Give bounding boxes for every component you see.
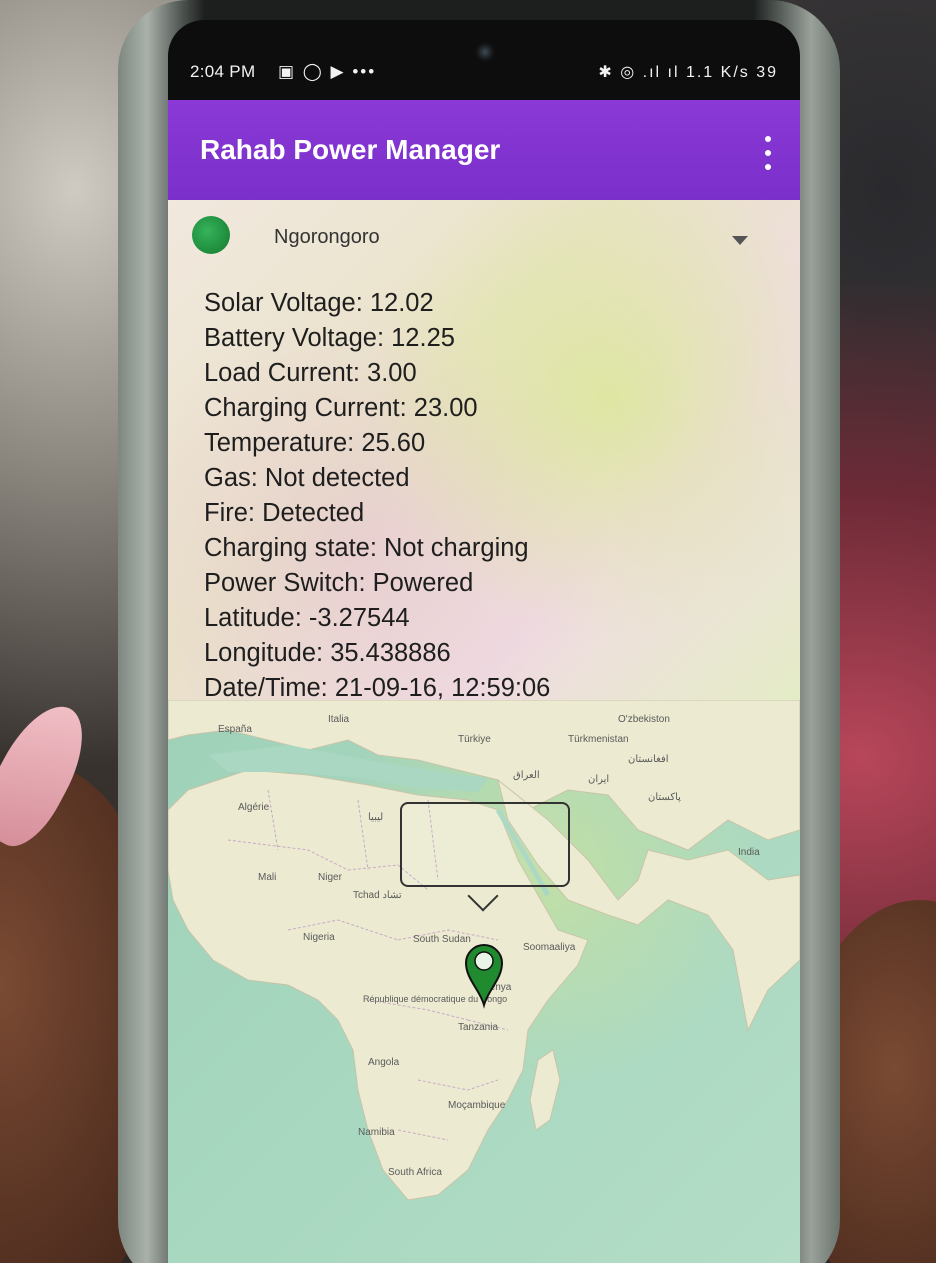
map-label-niger: Niger — [318, 872, 343, 883]
notification-icons: ▣ ◯ ▶ ••• — [278, 62, 377, 81]
more-vertical-icon[interactable] — [762, 136, 774, 170]
map-label-turkiye: Türkiye — [458, 734, 491, 745]
map-label-ozbekiston: O'zbekiston — [618, 714, 670, 725]
map-label-south-sudan: South Sudan — [413, 934, 471, 945]
marker-info-window[interactable] — [400, 802, 570, 887]
system-status-icons: ✱ ◎ .ıl ıl 1.1 K/s 39 — [598, 64, 778, 81]
reading-longitude: Longitude: 35.438886 — [204, 639, 451, 667]
online-status-indicator — [192, 216, 230, 254]
map-label-turkmenistan: Türkmenistan — [568, 734, 629, 745]
map-label-iraq: العراق — [513, 770, 540, 781]
device-spinner-value: Ngorongoro — [274, 226, 380, 248]
menu-dot — [765, 136, 771, 142]
reading-power-switch: Power Switch: Powered — [204, 569, 474, 597]
reading-temperature: Temperature: 25.60 — [204, 429, 426, 457]
reading-fire: Fire: Detected — [204, 499, 365, 527]
app-title: Rahab Power Manager — [200, 134, 501, 165]
app-bar: Rahab Power Manager — [168, 100, 800, 200]
reading-charging-current: Charging Current: 23.00 — [204, 394, 478, 422]
status-time: 2:04 PM — [190, 62, 256, 81]
map-label-india: India — [738, 847, 760, 858]
readings-panel: Ngorongoro Solar Voltage: 12.02 Battery … — [168, 200, 800, 702]
map-pin-center — [474, 951, 494, 971]
landmass-madagascar — [529, 1049, 561, 1131]
readings-list: Solar Voltage: 12.02 Battery Voltage: 12… — [204, 286, 550, 706]
camera-icon — [475, 42, 495, 62]
map-label-tchad: Tchad تشاد — [353, 890, 402, 901]
phone-screen: 2:04 PM ▣ ◯ ▶ ••• ✱ ◎ .ıl ıl 1.1 K/s 39 … — [168, 20, 800, 1263]
map-label-south-africa: South Africa — [388, 1167, 442, 1178]
map-label-nigeria: Nigeria — [303, 932, 335, 943]
reading-charging-state: Charging state: Not charging — [204, 534, 529, 562]
reading-battery-voltage: Battery Voltage: 12.25 — [204, 324, 455, 352]
map-label-libya: ليبيا — [368, 812, 383, 823]
reading-gas: Gas: Not detected — [204, 464, 410, 492]
map-label-mocambique: Moçambique — [448, 1100, 506, 1111]
reading-latitude: Latitude: -3.27544 — [204, 604, 410, 632]
map-label-iran: ایران — [588, 774, 609, 785]
reading-solar-voltage: Solar Voltage: 12.02 — [204, 289, 434, 317]
map-canvas[interactable]: España Italia Türkiye O'zbekiston Türkme… — [168, 700, 800, 1263]
menu-dot — [765, 150, 771, 156]
photo-background: 2:04 PM ▣ ◯ ▶ ••• ✱ ◎ .ıl ıl 1.1 K/s 39 … — [0, 0, 936, 1263]
map-label-tanzania: Tanzania — [458, 1022, 498, 1033]
map-label-italia: Italia — [328, 714, 350, 725]
map-label-pakistan: پاکستان — [648, 792, 681, 803]
map-label-soomaaliya: Soomaaliya — [523, 942, 576, 953]
chevron-down-icon — [732, 236, 748, 245]
map-label-afghanistan: افغانستان — [628, 754, 669, 765]
menu-dot — [765, 164, 771, 170]
map-label-angola: Angola — [368, 1057, 400, 1068]
map-label-algerie: Algérie — [238, 802, 270, 813]
map-label-espana: España — [218, 724, 252, 735]
status-bar: 2:04 PM ▣ ◯ ▶ ••• ✱ ◎ .ıl ıl 1.1 K/s 39 — [168, 20, 800, 100]
map-view[interactable]: España Italia Türkiye O'zbekiston Türkme… — [168, 700, 800, 1263]
map-label-namibia: Namibia — [358, 1127, 395, 1138]
reading-load-current: Load Current: 3.00 — [204, 359, 417, 387]
map-label-mali: Mali — [258, 872, 276, 883]
